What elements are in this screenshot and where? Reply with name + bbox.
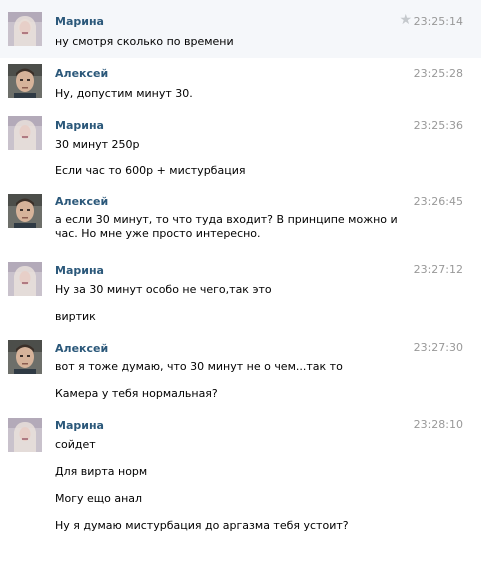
message-author[interactable]: Марина (55, 419, 104, 432)
message-history: Марина ★ 23:25:14 ну смотря сколько по в… (0, 0, 481, 562)
message-text: Для вирта норм (55, 465, 148, 478)
message-item[interactable]: Алексей 23:27:30 вот я тоже думаю, что 3… (0, 334, 481, 412)
message-text: виртик (55, 310, 96, 323)
message-text: Могу ещо анал (55, 492, 143, 505)
message-item[interactable]: Марина 23:25:36 30 минут 250р Если час т… (0, 110, 481, 188)
message-time[interactable]: 23:27:12 (414, 263, 463, 276)
message-item[interactable]: Марина ★ 23:25:14 ну смотря сколько по в… (0, 0, 481, 58)
message-text: Если час то 600р + мистурбация (55, 164, 246, 177)
message-item[interactable]: Марина 23:27:12 Ну за 30 минут особо не … (0, 256, 481, 334)
avatar-marina[interactable] (8, 418, 42, 452)
avatar-aleksey[interactable] (8, 64, 42, 98)
message-text: Ну за 30 минут особо не чего,так это (55, 283, 272, 296)
message-text: Ну, допустим минут 30. (55, 87, 193, 100)
message-item[interactable]: Алексей 23:25:28 Ну, допустим минут 30. (0, 58, 481, 110)
message-text: Камера у тебя нормальная? (55, 387, 218, 400)
message-text: а если 30 минут, то что туда входит? В п… (55, 213, 398, 240)
message-text: ну смотря сколько по времени (55, 35, 234, 48)
star-icon[interactable]: ★ (399, 13, 412, 27)
avatar-marina[interactable] (8, 116, 42, 150)
message-author[interactable]: Марина (55, 119, 104, 132)
message-text: сойдет (55, 438, 96, 451)
message-author[interactable]: Алексей (55, 342, 108, 355)
message-item[interactable]: Алексей 23:26:45 а если 30 минут, то что… (0, 188, 481, 256)
message-time[interactable]: 23:25:14 (414, 15, 463, 28)
avatar-marina[interactable] (8, 12, 42, 46)
message-text: Ну я думаю мистурбация до аргазма тебя у… (55, 519, 349, 532)
message-time[interactable]: 23:28:10 (414, 418, 463, 431)
message-time[interactable]: 23:25:36 (414, 119, 463, 132)
message-time[interactable]: 23:26:45 (414, 195, 463, 208)
message-text: 30 минут 250р (55, 138, 140, 151)
message-author[interactable]: Алексей (55, 195, 108, 208)
message-time[interactable]: 23:27:30 (414, 341, 463, 354)
message-text: вот я тоже думаю, что 30 минут не о чем.… (55, 360, 343, 373)
message-item[interactable]: Марина 23:28:10 сойдет Для вирта норм Мо… (0, 412, 481, 562)
message-author[interactable]: Алексей (55, 67, 108, 80)
avatar-aleksey[interactable] (8, 340, 42, 374)
avatar-aleksey[interactable] (8, 194, 42, 228)
message-time[interactable]: 23:25:28 (414, 67, 463, 80)
message-author[interactable]: Марина (55, 264, 104, 277)
avatar-marina[interactable] (8, 262, 42, 296)
message-author[interactable]: Марина (55, 15, 104, 28)
